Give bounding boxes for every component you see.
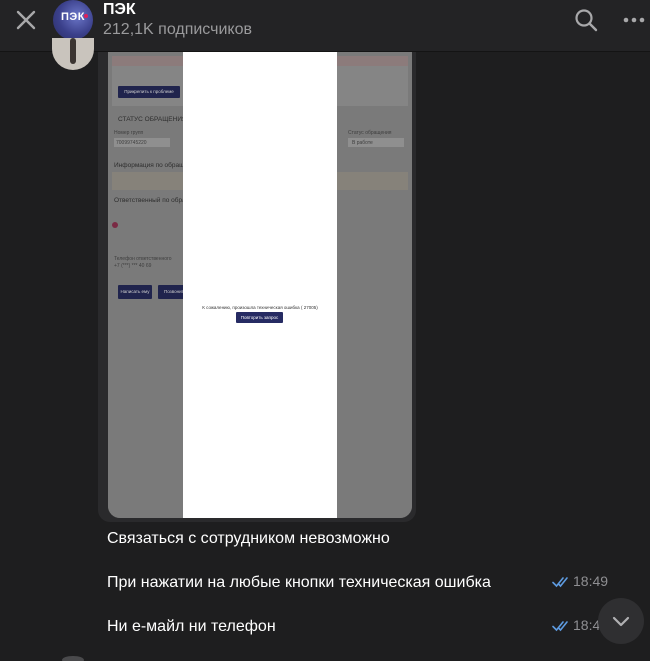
error-modal: К сожалению, произошла техническая ошибк… [183, 52, 337, 518]
scroll-to-bottom-button[interactable] [598, 598, 644, 644]
more-horizontal-icon [623, 17, 645, 23]
double-check-icon [552, 577, 568, 588]
avatar-logo-dot [84, 14, 88, 18]
underlay-number-value: 70099745220 [116, 140, 147, 146]
underlay-attach-button: Прикрепить к проблеме [118, 86, 180, 98]
underlay-status-label: Статус обращения [348, 130, 392, 136]
retry-button: Повторить запрос [236, 312, 283, 323]
search-button[interactable] [573, 7, 599, 33]
next-sender-avatar [62, 656, 84, 661]
message-photo[interactable]: Прикрепить к проблеме СТАТУС ОБРАЩЕНИЯ Н… [108, 52, 412, 518]
underlay-phone-label: Телефон ответственного [114, 256, 172, 262]
search-icon [575, 9, 598, 32]
message-time-3: 18:4 [573, 617, 601, 633]
underlay-status-title: СТАТУС ОБРАЩЕНИЯ [118, 116, 187, 123]
chat-header: ПЭК ПЭК 212,1K подписчиков [0, 0, 650, 52]
underlay-write-button: Написать ему [118, 285, 152, 299]
message-text-3: Ни е-майл ни телефон [107, 618, 276, 635]
underlay-phone-value: +7 (***) *** 40 69 [114, 263, 152, 269]
channel-avatar[interactable]: ПЭК [53, 0, 93, 40]
message-text-1: Связаться с сотрудником невозможно [107, 530, 390, 547]
subscriber-count: 212,1K подписчиков [103, 21, 252, 38]
message-text-2: При нажатии на любые кнопки техническая … [107, 574, 491, 591]
underlay-warning-dot [112, 222, 118, 228]
underlay-number-label: Номер групп [114, 130, 144, 136]
message-time-2: 18:49 [573, 573, 609, 589]
double-check-icon [552, 621, 568, 632]
more-button[interactable] [621, 8, 647, 32]
chevron-down-icon [612, 616, 630, 627]
close-button[interactable] [12, 6, 40, 34]
channel-title[interactable]: ПЭК [103, 1, 136, 19]
sender-avatar[interactable] [52, 38, 94, 70]
close-icon [16, 10, 36, 30]
sender-avatar-figure [70, 38, 76, 64]
error-message: К сожалению, произошла техническая ошибк… [202, 305, 318, 310]
underlay-status-value: В работе [352, 140, 373, 146]
